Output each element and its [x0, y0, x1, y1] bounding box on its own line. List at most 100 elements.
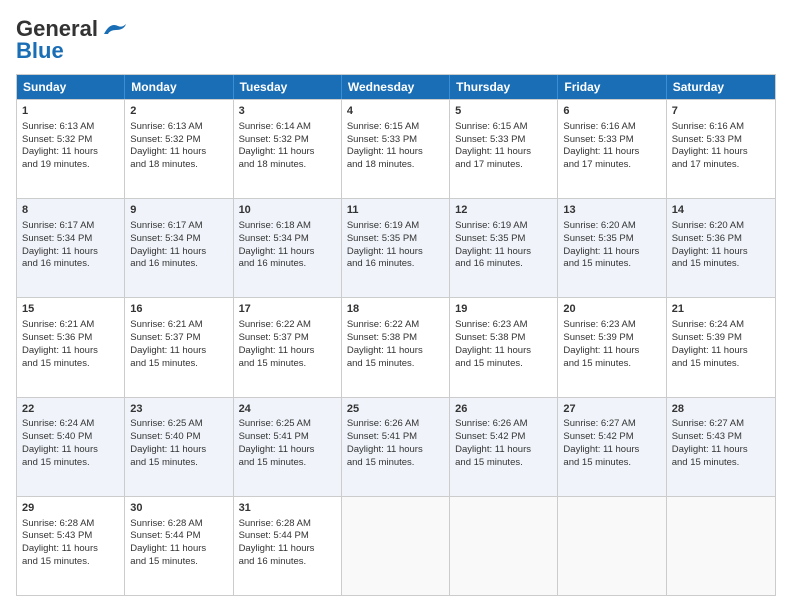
- day-info-line: and 15 minutes.: [130, 358, 227, 371]
- header-day-sunday: Sunday: [17, 75, 125, 99]
- day-info-line: Sunset: 5:40 PM: [22, 431, 119, 444]
- day-info-line: Daylight: 11 hours: [22, 246, 119, 259]
- day-info-line: and 17 minutes.: [455, 159, 552, 172]
- calendar-day-13: 13Sunrise: 6:20 AMSunset: 5:35 PMDayligh…: [558, 199, 666, 297]
- day-info-line: Sunrise: 6:26 AM: [455, 418, 552, 431]
- calendar-day-15: 15Sunrise: 6:21 AMSunset: 5:36 PMDayligh…: [17, 298, 125, 396]
- calendar-week-5: 29Sunrise: 6:28 AMSunset: 5:43 PMDayligh…: [17, 496, 775, 595]
- day-info-line: Daylight: 11 hours: [347, 345, 444, 358]
- day-info-line: and 16 minutes.: [455, 258, 552, 271]
- day-info-line: Sunrise: 6:14 AM: [239, 121, 336, 134]
- day-info-line: Sunset: 5:42 PM: [563, 431, 660, 444]
- day-info-line: and 18 minutes.: [347, 159, 444, 172]
- day-info-line: Daylight: 11 hours: [672, 444, 770, 457]
- day-info-line: and 15 minutes.: [22, 358, 119, 371]
- day-number: 26: [455, 402, 552, 417]
- day-info-line: Sunset: 5:37 PM: [130, 332, 227, 345]
- day-info-line: and 16 minutes.: [22, 258, 119, 271]
- header-day-friday: Friday: [558, 75, 666, 99]
- day-info-line: Sunset: 5:33 PM: [455, 134, 552, 147]
- day-info-line: Sunset: 5:33 PM: [672, 134, 770, 147]
- calendar-day-6: 6Sunrise: 6:16 AMSunset: 5:33 PMDaylight…: [558, 100, 666, 198]
- day-info-line: Sunrise: 6:24 AM: [672, 319, 770, 332]
- day-info-line: Daylight: 11 hours: [347, 444, 444, 457]
- day-info-line: Daylight: 11 hours: [347, 246, 444, 259]
- day-info-line: Sunrise: 6:21 AM: [22, 319, 119, 332]
- day-info-line: Sunrise: 6:27 AM: [563, 418, 660, 431]
- day-info-line: and 15 minutes.: [22, 556, 119, 569]
- day-info-line: Sunset: 5:38 PM: [455, 332, 552, 345]
- day-number: 17: [239, 302, 336, 317]
- header-day-tuesday: Tuesday: [234, 75, 342, 99]
- day-info-line: Sunset: 5:42 PM: [455, 431, 552, 444]
- day-number: 30: [130, 501, 227, 516]
- day-number: 3: [239, 104, 336, 119]
- day-info-line: and 16 minutes.: [239, 258, 336, 271]
- day-info-line: and 17 minutes.: [672, 159, 770, 172]
- day-info-line: and 15 minutes.: [347, 358, 444, 371]
- day-number: 5: [455, 104, 552, 119]
- calendar-week-4: 22Sunrise: 6:24 AMSunset: 5:40 PMDayligh…: [17, 397, 775, 496]
- calendar-header: SundayMondayTuesdayWednesdayThursdayFrid…: [17, 75, 775, 99]
- day-info-line: and 15 minutes.: [672, 358, 770, 371]
- day-info-line: Sunset: 5:33 PM: [563, 134, 660, 147]
- calendar-body: 1Sunrise: 6:13 AMSunset: 5:32 PMDaylight…: [17, 99, 775, 595]
- day-number: 1: [22, 104, 119, 119]
- calendar-day-8: 8Sunrise: 6:17 AMSunset: 5:34 PMDaylight…: [17, 199, 125, 297]
- day-info-line: and 15 minutes.: [239, 358, 336, 371]
- calendar-day-19: 19Sunrise: 6:23 AMSunset: 5:38 PMDayligh…: [450, 298, 558, 396]
- calendar-empty: [450, 497, 558, 595]
- day-info-line: Sunrise: 6:22 AM: [239, 319, 336, 332]
- day-info-line: Daylight: 11 hours: [22, 444, 119, 457]
- calendar-day-12: 12Sunrise: 6:19 AMSunset: 5:35 PMDayligh…: [450, 199, 558, 297]
- day-info-line: Sunrise: 6:23 AM: [455, 319, 552, 332]
- calendar-day-29: 29Sunrise: 6:28 AMSunset: 5:43 PMDayligh…: [17, 497, 125, 595]
- calendar-day-17: 17Sunrise: 6:22 AMSunset: 5:37 PMDayligh…: [234, 298, 342, 396]
- day-info-line: and 15 minutes.: [239, 457, 336, 470]
- day-info-line: Daylight: 11 hours: [563, 345, 660, 358]
- day-number: 12: [455, 203, 552, 218]
- day-info-line: and 15 minutes.: [563, 358, 660, 371]
- day-number: 8: [22, 203, 119, 218]
- calendar-empty: [667, 497, 775, 595]
- day-info-line: and 15 minutes.: [563, 258, 660, 271]
- calendar-day-16: 16Sunrise: 6:21 AMSunset: 5:37 PMDayligh…: [125, 298, 233, 396]
- day-info-line: Sunrise: 6:25 AM: [130, 418, 227, 431]
- day-number: 16: [130, 302, 227, 317]
- calendar-day-21: 21Sunrise: 6:24 AMSunset: 5:39 PMDayligh…: [667, 298, 775, 396]
- day-info-line: Sunset: 5:32 PM: [22, 134, 119, 147]
- day-info-line: Daylight: 11 hours: [22, 345, 119, 358]
- day-info-line: Sunset: 5:35 PM: [563, 233, 660, 246]
- day-number: 9: [130, 203, 227, 218]
- day-info-line: Daylight: 11 hours: [130, 146, 227, 159]
- day-info-line: Sunrise: 6:28 AM: [130, 518, 227, 531]
- day-info-line: and 15 minutes.: [455, 358, 552, 371]
- day-info-line: Sunrise: 6:25 AM: [239, 418, 336, 431]
- day-info-line: Sunset: 5:39 PM: [563, 332, 660, 345]
- day-info-line: and 15 minutes.: [672, 258, 770, 271]
- calendar-day-31: 31Sunrise: 6:28 AMSunset: 5:44 PMDayligh…: [234, 497, 342, 595]
- day-info-line: Sunset: 5:37 PM: [239, 332, 336, 345]
- day-info-line: Sunset: 5:40 PM: [130, 431, 227, 444]
- day-info-line: Sunrise: 6:19 AM: [347, 220, 444, 233]
- logo-blue: Blue: [16, 38, 64, 64]
- day-info-line: and 15 minutes.: [130, 556, 227, 569]
- day-info-line: and 15 minutes.: [672, 457, 770, 470]
- day-info-line: and 18 minutes.: [130, 159, 227, 172]
- day-info-line: Sunset: 5:44 PM: [239, 530, 336, 543]
- day-info-line: Daylight: 11 hours: [239, 444, 336, 457]
- day-number: 29: [22, 501, 119, 516]
- day-number: 6: [563, 104, 660, 119]
- day-info-line: and 16 minutes.: [130, 258, 227, 271]
- day-info-line: and 16 minutes.: [239, 556, 336, 569]
- day-info-line: Sunrise: 6:13 AM: [130, 121, 227, 134]
- header: General Blue: [16, 16, 776, 64]
- day-info-line: Daylight: 11 hours: [563, 246, 660, 259]
- day-info-line: Sunrise: 6:23 AM: [563, 319, 660, 332]
- day-info-line: Sunset: 5:32 PM: [130, 134, 227, 147]
- day-number: 18: [347, 302, 444, 317]
- day-number: 14: [672, 203, 770, 218]
- calendar-day-25: 25Sunrise: 6:26 AMSunset: 5:41 PMDayligh…: [342, 398, 450, 496]
- calendar-day-28: 28Sunrise: 6:27 AMSunset: 5:43 PMDayligh…: [667, 398, 775, 496]
- day-info-line: Sunset: 5:34 PM: [22, 233, 119, 246]
